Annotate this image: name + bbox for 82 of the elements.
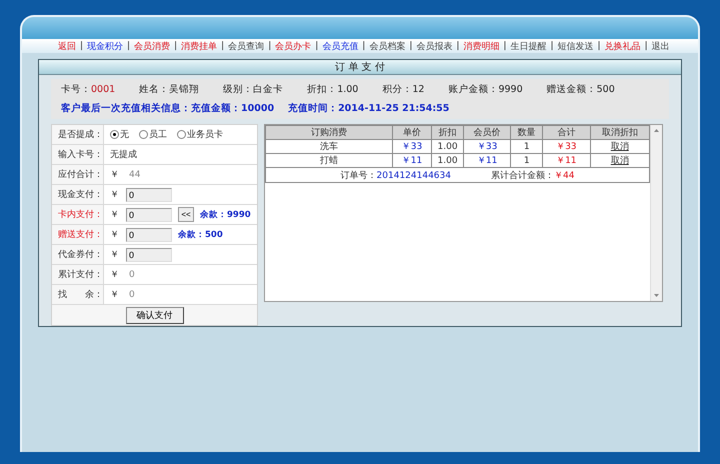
nav-separator: | [80,41,84,51]
cancel-link[interactable]: 取消 [590,140,650,154]
column-header: 取消折扣 [590,126,650,140]
column-header: 折扣 [432,126,464,140]
currency-sign: ￥ [110,269,119,281]
table-cell: 1 [510,140,543,154]
amount-value: 44 [129,170,140,180]
nav-separator: | [127,41,130,51]
table-cell: 打蜡 [266,154,392,168]
cancel-link[interactable]: 取消 [590,154,650,168]
info-item: 卡号：0001 [61,83,116,96]
nav-separator: | [503,41,506,51]
nav-separator: | [221,41,224,51]
column-header: 会员价 [463,126,511,140]
currency-sign: ￥ [110,209,119,221]
nav-separator: | [456,41,460,51]
panel-title: 订 单 支 付 [39,60,681,75]
nav-link[interactable]: 会员档案 [369,40,406,52]
amount-input[interactable]: 0 [126,248,172,262]
recharge-info: 客户最后一次充值相关信息：充值金额：10000 [61,102,274,115]
info-item: 赠送金额：500 [546,83,615,96]
nav-link[interactable]: 兑换礼品 [604,40,641,52]
amount-input[interactable]: 0 [126,208,172,222]
nav-separator: | [598,41,601,51]
balance-note: 余款：500 [178,228,223,240]
table-cell: 洗车 [266,140,392,154]
table-cell: 1.00 [432,140,464,154]
column-header: 数量 [510,126,543,140]
info-item: 级别：白金卡 [223,83,284,96]
nav-link[interactable]: 消费挂单 [181,40,218,52]
nav-separator: | [644,41,648,51]
currency-sign: ￥ [110,169,119,181]
nav-link[interactable]: 会员查询 [228,40,264,52]
confirm-button[interactable]: 确认支付 [126,306,184,324]
nav-separator: | [268,41,272,51]
nav-link[interactable]: 会员充值 [322,40,358,52]
radio-option[interactable]: 无 [110,128,129,141]
nav-separator: | [315,41,318,51]
nav-separator: | [362,41,366,51]
table-cell: ￥33 [392,140,432,154]
nav-link[interactable]: 生日提醒 [510,40,546,52]
order-summary: 订单号：2014124144634 累计合计金额：￥44 [266,168,650,182]
currency-sign: ￥ [110,249,119,261]
table-cell: 1.00 [432,154,464,168]
balance-note: 余款：9990 [200,208,251,220]
nav-link[interactable]: 退出 [652,40,670,52]
amount-value: 0 [129,290,135,300]
column-header: 订购消费 [266,126,392,140]
table-cell: ￥11 [392,154,432,168]
currency-sign: ￥ [110,229,119,241]
radio-option[interactable]: 员工 [139,128,167,141]
nav-link[interactable]: 现金积分 [87,40,124,52]
card-value: 无提成 [110,148,137,161]
currency-sign: ￥ [110,289,119,301]
nav-separator: | [550,41,554,51]
scrollbar[interactable] [650,125,662,301]
nav-link[interactable]: 短信发送 [558,40,594,52]
nav-link[interactable]: 会员报表 [416,40,452,52]
info-item: 折扣：1.00 [307,83,358,96]
table-cell: 1 [510,154,543,168]
nav-link[interactable]: 会员消费 [134,40,170,52]
column-header: 单价 [392,126,432,140]
recharge-info: 充值时间：2014-11-25 21:54:55 [288,102,450,115]
table-cell: ￥33 [542,140,590,154]
info-item: 姓名：吴锦翔 [139,83,200,96]
nav-separator: | [174,41,178,51]
table-cell: ￥11 [542,154,590,168]
radio-option[interactable]: 业务员卡 [177,128,223,141]
nav-link[interactable]: 会员办卡 [275,40,312,52]
info-item: 积分：12 [382,83,424,96]
nav-link[interactable]: 返回 [58,40,76,52]
nav-separator: | [409,41,412,51]
nav-link[interactable]: 消费明细 [463,40,500,52]
table-cell: ￥33 [463,140,511,154]
amount-value: 0 [129,270,135,280]
fill-button[interactable]: << [178,207,194,222]
currency-sign: ￥ [110,189,119,201]
amount-input[interactable]: 0 [126,228,172,242]
amount-input[interactable]: 0 [126,188,172,202]
info-item: 账户金额：9990 [448,83,523,96]
column-header: 合计 [542,126,590,140]
table-cell: ￥11 [463,154,511,168]
